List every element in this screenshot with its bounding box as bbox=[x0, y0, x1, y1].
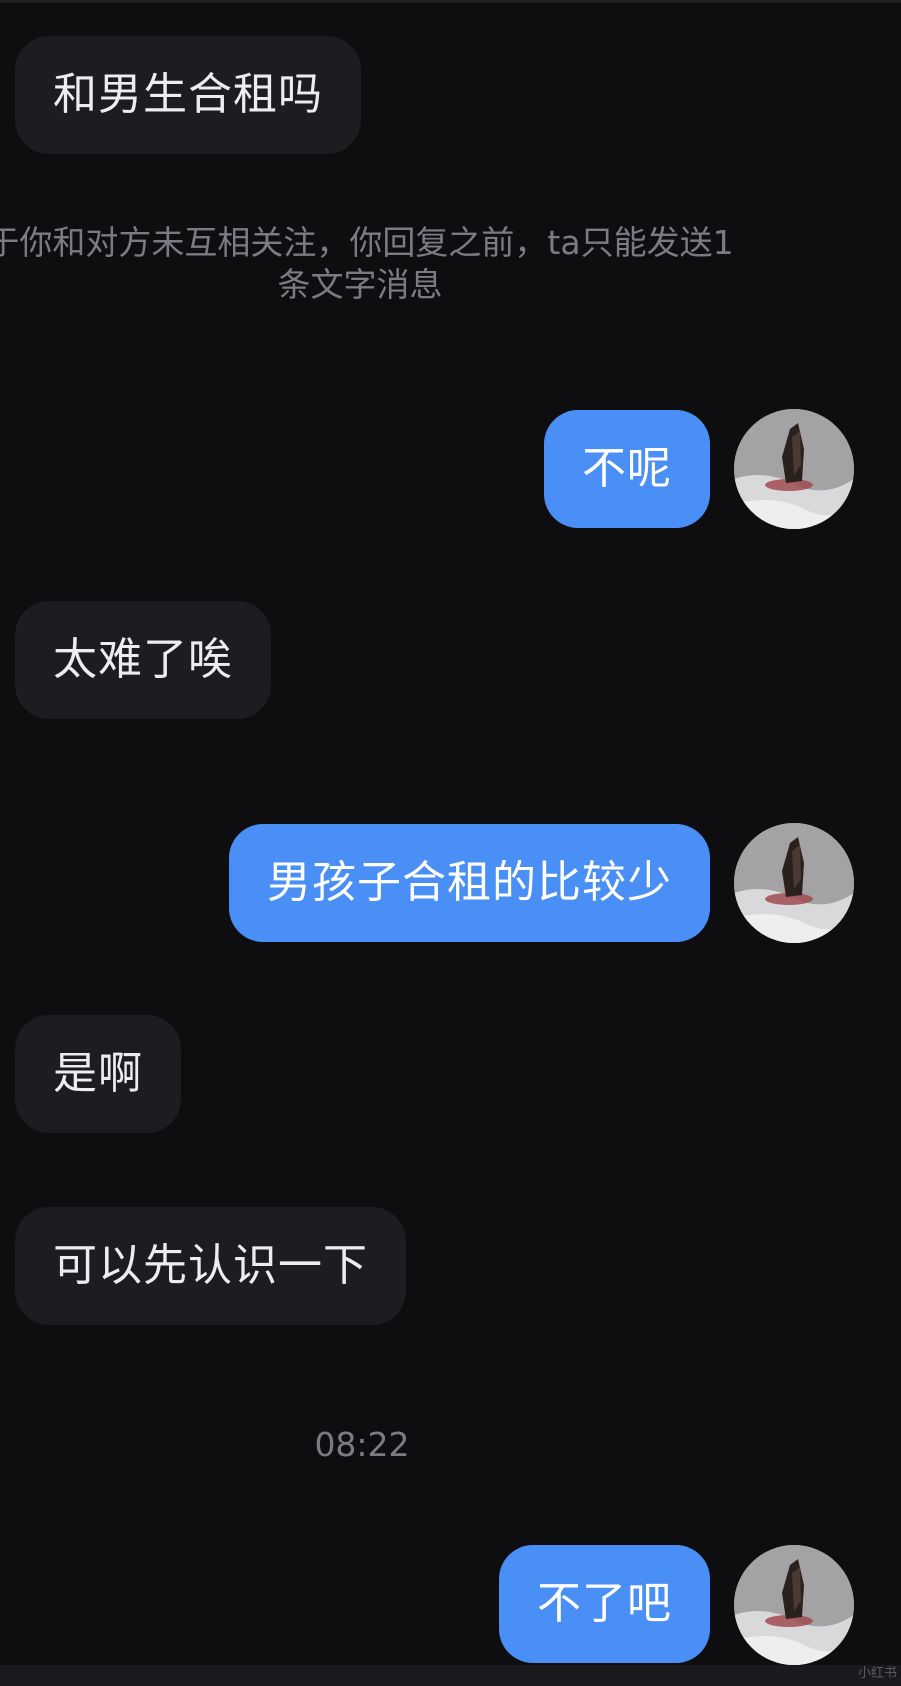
avatar[interactable] bbox=[734, 409, 854, 529]
message-bubble-incoming[interactable]: 可以先认识一下 bbox=[15, 1207, 406, 1325]
message-bubble-incoming[interactable]: 是啊 bbox=[15, 1015, 181, 1133]
moth-photo-avatar-icon bbox=[734, 409, 854, 529]
system-notice-line1: 于你和对方未互相关注，你回复之前，ta只能发送1 bbox=[0, 223, 734, 262]
message-bubble-outgoing[interactable]: 不了吧 bbox=[499, 1545, 710, 1663]
avatar[interactable] bbox=[734, 823, 854, 943]
message-bubble-incoming[interactable]: 太难了唉 bbox=[15, 601, 271, 719]
avatar[interactable] bbox=[734, 1545, 854, 1665]
top-divider bbox=[0, 0, 901, 3]
message-bubble-outgoing[interactable]: 不呢 bbox=[544, 410, 710, 528]
system-notice: 于你和对方未互相关注，你回复之前，ta只能发送1 条文字消息 bbox=[0, 222, 740, 306]
message-timestamp: 08:22 bbox=[314, 1425, 410, 1464]
moth-photo-avatar-icon bbox=[734, 823, 854, 943]
watermark: 小红书 bbox=[857, 1666, 897, 1681]
system-notice-line2: 条文字消息 bbox=[277, 265, 443, 304]
moth-photo-avatar-icon bbox=[734, 1545, 854, 1665]
message-bubble-outgoing[interactable]: 男孩子合租的比较少 bbox=[229, 824, 710, 942]
bottom-bar bbox=[0, 1665, 901, 1686]
message-bubble-incoming[interactable]: 和男生合租吗 bbox=[15, 36, 361, 154]
